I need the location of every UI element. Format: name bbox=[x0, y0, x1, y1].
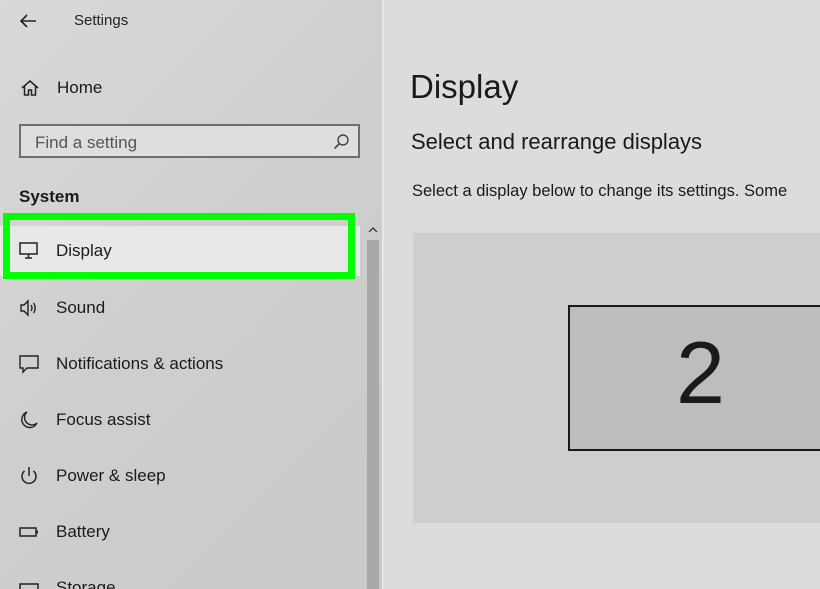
notification-icon bbox=[18, 353, 40, 375]
section-heading: Select and rearrange displays bbox=[411, 129, 703, 154]
main-content: Display Select and rearrange displays Se… bbox=[384, 0, 820, 589]
sidebar-item-label: Notifications & actions bbox=[56, 354, 224, 373]
sidebar-item-label: Battery bbox=[56, 522, 110, 541]
sidebar-item-label: Sound bbox=[56, 298, 106, 317]
storage-icon bbox=[18, 577, 40, 589]
sidebar-item-power-sleep[interactable]: Power & sleep bbox=[0, 451, 360, 501]
sidebar-item-label: Storage bbox=[56, 578, 116, 589]
back-arrow-icon bbox=[19, 14, 36, 28]
display-tile[interactable]: 2 bbox=[568, 305, 820, 451]
sidebar-item-label: Power & sleep bbox=[56, 466, 166, 485]
power-icon bbox=[18, 465, 40, 487]
moon-icon bbox=[18, 409, 40, 431]
sidebar-item-notifications[interactable]: Notifications & actions bbox=[0, 339, 360, 389]
search-icon[interactable] bbox=[332, 133, 350, 151]
sidebar-item-label: Focus assist bbox=[56, 410, 151, 429]
app-title: Settings bbox=[74, 12, 129, 29]
sidebar-item-home[interactable]: Home bbox=[0, 70, 360, 106]
sidebar-item-focus-assist[interactable]: Focus assist bbox=[0, 395, 360, 445]
sidebar-item-display[interactable]: Display bbox=[0, 226, 360, 276]
sidebar-item-battery[interactable]: Battery bbox=[0, 507, 360, 557]
title-bar: Settings bbox=[0, 0, 384, 44]
search-input[interactable] bbox=[33, 132, 327, 154]
home-icon bbox=[20, 78, 40, 98]
monitor-icon bbox=[18, 240, 40, 262]
sidebar-item-storage[interactable]: Storage bbox=[0, 563, 360, 589]
page-title: Display bbox=[410, 68, 519, 105]
sidebar-item-sound[interactable]: Sound bbox=[0, 283, 360, 333]
sidebar-scrollbar[interactable] bbox=[364, 222, 382, 589]
description-text: Select a display below to change its set… bbox=[412, 182, 788, 200]
section-title: System bbox=[19, 187, 80, 206]
search-field[interactable] bbox=[19, 124, 360, 158]
display-number: 2 bbox=[676, 323, 725, 422]
sidebar-item-label: Home bbox=[57, 78, 103, 97]
scroll-up-icon[interactable] bbox=[366, 222, 380, 238]
battery-icon bbox=[18, 521, 40, 543]
speaker-icon bbox=[18, 297, 40, 319]
back-button[interactable] bbox=[14, 8, 44, 34]
sidebar: Settings Home System Display bbox=[0, 0, 384, 589]
scrollbar-thumb[interactable] bbox=[367, 240, 379, 589]
sidebar-item-label: Display bbox=[56, 241, 112, 260]
